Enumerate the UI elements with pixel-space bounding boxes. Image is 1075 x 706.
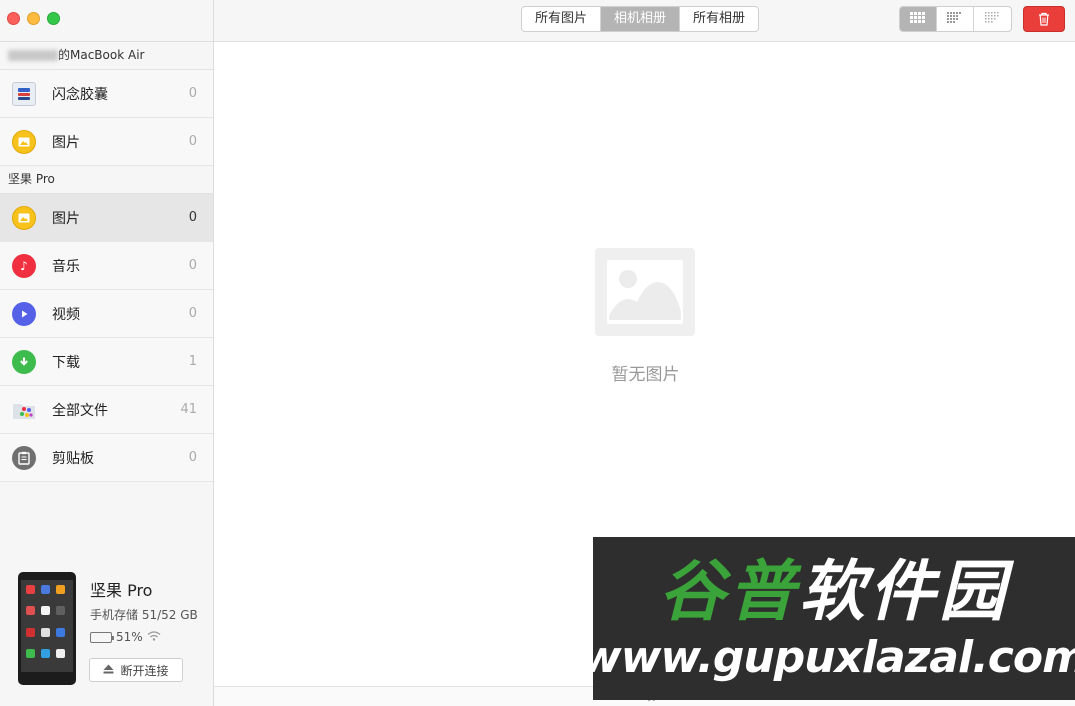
small-grid-icon — [984, 12, 998, 23]
device-section-header: 坚果 Pro — [0, 166, 213, 194]
disconnect-button[interactable]: 断开连接 — [89, 658, 183, 682]
watermark-text-green: 谷普 — [659, 552, 799, 630]
sidebar-item-device-clipboard[interactable]: 剪贴板 0 — [0, 434, 213, 482]
sidebar-item-label: 全部文件 — [52, 402, 108, 419]
view-size-segmented-control — [899, 6, 1012, 32]
sidebar-item-mac-flash-capsule[interactable]: 闪念胶囊 0 — [0, 70, 213, 118]
empty-state-message: 暂无图片 — [611, 365, 680, 385]
medium-grid-view-button[interactable] — [937, 7, 974, 31]
small-grid-view-button[interactable] — [974, 7, 1011, 31]
sidebar-item-count: 0 — [188, 306, 197, 321]
battery-icon — [90, 631, 114, 643]
wifi-icon — [147, 630, 161, 644]
sidebar-item-device-all-files[interactable]: 全部文件 41 — [0, 386, 213, 434]
maximize-window-button[interactable] — [47, 12, 60, 25]
sidebar-item-label: 图片 — [52, 210, 80, 227]
large-grid-icon — [910, 12, 925, 23]
delete-button[interactable] — [1023, 6, 1065, 32]
empty-image-placeholder-icon — [594, 248, 695, 336]
tab-all-pictures[interactable]: 所有图片 — [522, 7, 602, 31]
trash-icon — [1039, 12, 1049, 26]
titlebar-left — [0, 0, 213, 42]
toolbar: 所有图片 相机相册 所有相册 — [214, 0, 1075, 42]
sidebar-item-label: 音乐 — [52, 258, 80, 275]
tab-camera-roll[interactable]: 相机相册 — [601, 7, 681, 31]
sidebar-item-count: 1 — [188, 354, 197, 369]
app-window: 的MacBook Air 闪念胶囊 0 图片 0 坚果 Pro 图片 0 ♪ 音… — [0, 0, 1075, 706]
download-icon — [12, 349, 36, 374]
music-icon: ♪ — [12, 253, 36, 278]
disconnect-label: 断开连接 — [120, 663, 169, 678]
sidebar-item-device-music[interactable]: ♪ 音乐 0 — [0, 242, 213, 290]
album-segmented-control: 所有图片 相机相册 所有相册 — [521, 6, 760, 32]
sidebar-item-count: 0 — [188, 210, 197, 225]
sidebar-item-count: 41 — [180, 402, 197, 417]
blurred-username — [8, 50, 58, 61]
clipboard-icon — [12, 445, 36, 470]
phone-image — [18, 572, 76, 685]
sidebar-item-label: 闪念胶囊 — [52, 86, 108, 103]
watermark-url: www.gupuxlazal.com — [581, 631, 1075, 683]
battery-percent: 51% — [116, 630, 143, 644]
sidebar-item-count: 0 — [188, 258, 197, 273]
mac-section-title: 的MacBook Air — [58, 48, 145, 62]
sidebar-item-count: 0 — [188, 134, 197, 149]
sidebar-item-label: 图片 — [52, 134, 80, 151]
phone-screen — [21, 580, 73, 672]
sidebar-item-device-download[interactable]: 下载 1 — [0, 338, 213, 386]
large-grid-view-button[interactable] — [900, 7, 937, 31]
minimize-window-button[interactable] — [27, 12, 40, 25]
sidebar-item-count: 0 — [188, 86, 197, 101]
device-panel: 坚果 Pro 手机存储 51/52 GB 51% 断开连接 — [0, 566, 213, 706]
sidebar-item-label: 剪贴板 — [52, 450, 94, 467]
sidebar: 的MacBook Air 闪念胶囊 0 图片 0 坚果 Pro 图片 0 ♪ 音… — [0, 0, 214, 706]
sidebar-item-count: 0 — [188, 450, 197, 465]
device-storage: 手机存储 51/52 GB — [90, 608, 198, 622]
sidebar-item-device-video[interactable]: 视频 0 — [0, 290, 213, 338]
files-icon — [12, 398, 36, 422]
tab-all-albums[interactable]: 所有相册 — [680, 7, 758, 31]
flash-capsule-icon — [12, 81, 36, 106]
watermark: 谷普软件园 www.gupuxlazal.com — [581, 537, 1075, 700]
device-battery-row: 51% — [90, 630, 161, 644]
watermark-text-white: 软件园 — [799, 552, 1009, 630]
watermark-logo-text: 谷普软件园 — [659, 553, 1009, 631]
medium-grid-icon — [947, 12, 961, 23]
mac-section-header: 的MacBook Air — [0, 42, 213, 70]
eject-icon — [103, 663, 114, 677]
sidebar-item-label: 视频 — [52, 306, 80, 323]
sidebar-item-mac-pictures[interactable]: 图片 0 — [0, 118, 213, 166]
picture-icon — [12, 129, 36, 154]
empty-state: 暂无图片 — [214, 248, 1075, 385]
sidebar-item-label: 下载 — [52, 354, 80, 371]
video-icon — [12, 301, 36, 326]
close-window-button[interactable] — [7, 12, 20, 25]
picture-icon — [12, 205, 36, 230]
device-name: 坚果 Pro — [90, 581, 153, 600]
sidebar-item-device-pictures[interactable]: 图片 0 — [0, 194, 213, 242]
